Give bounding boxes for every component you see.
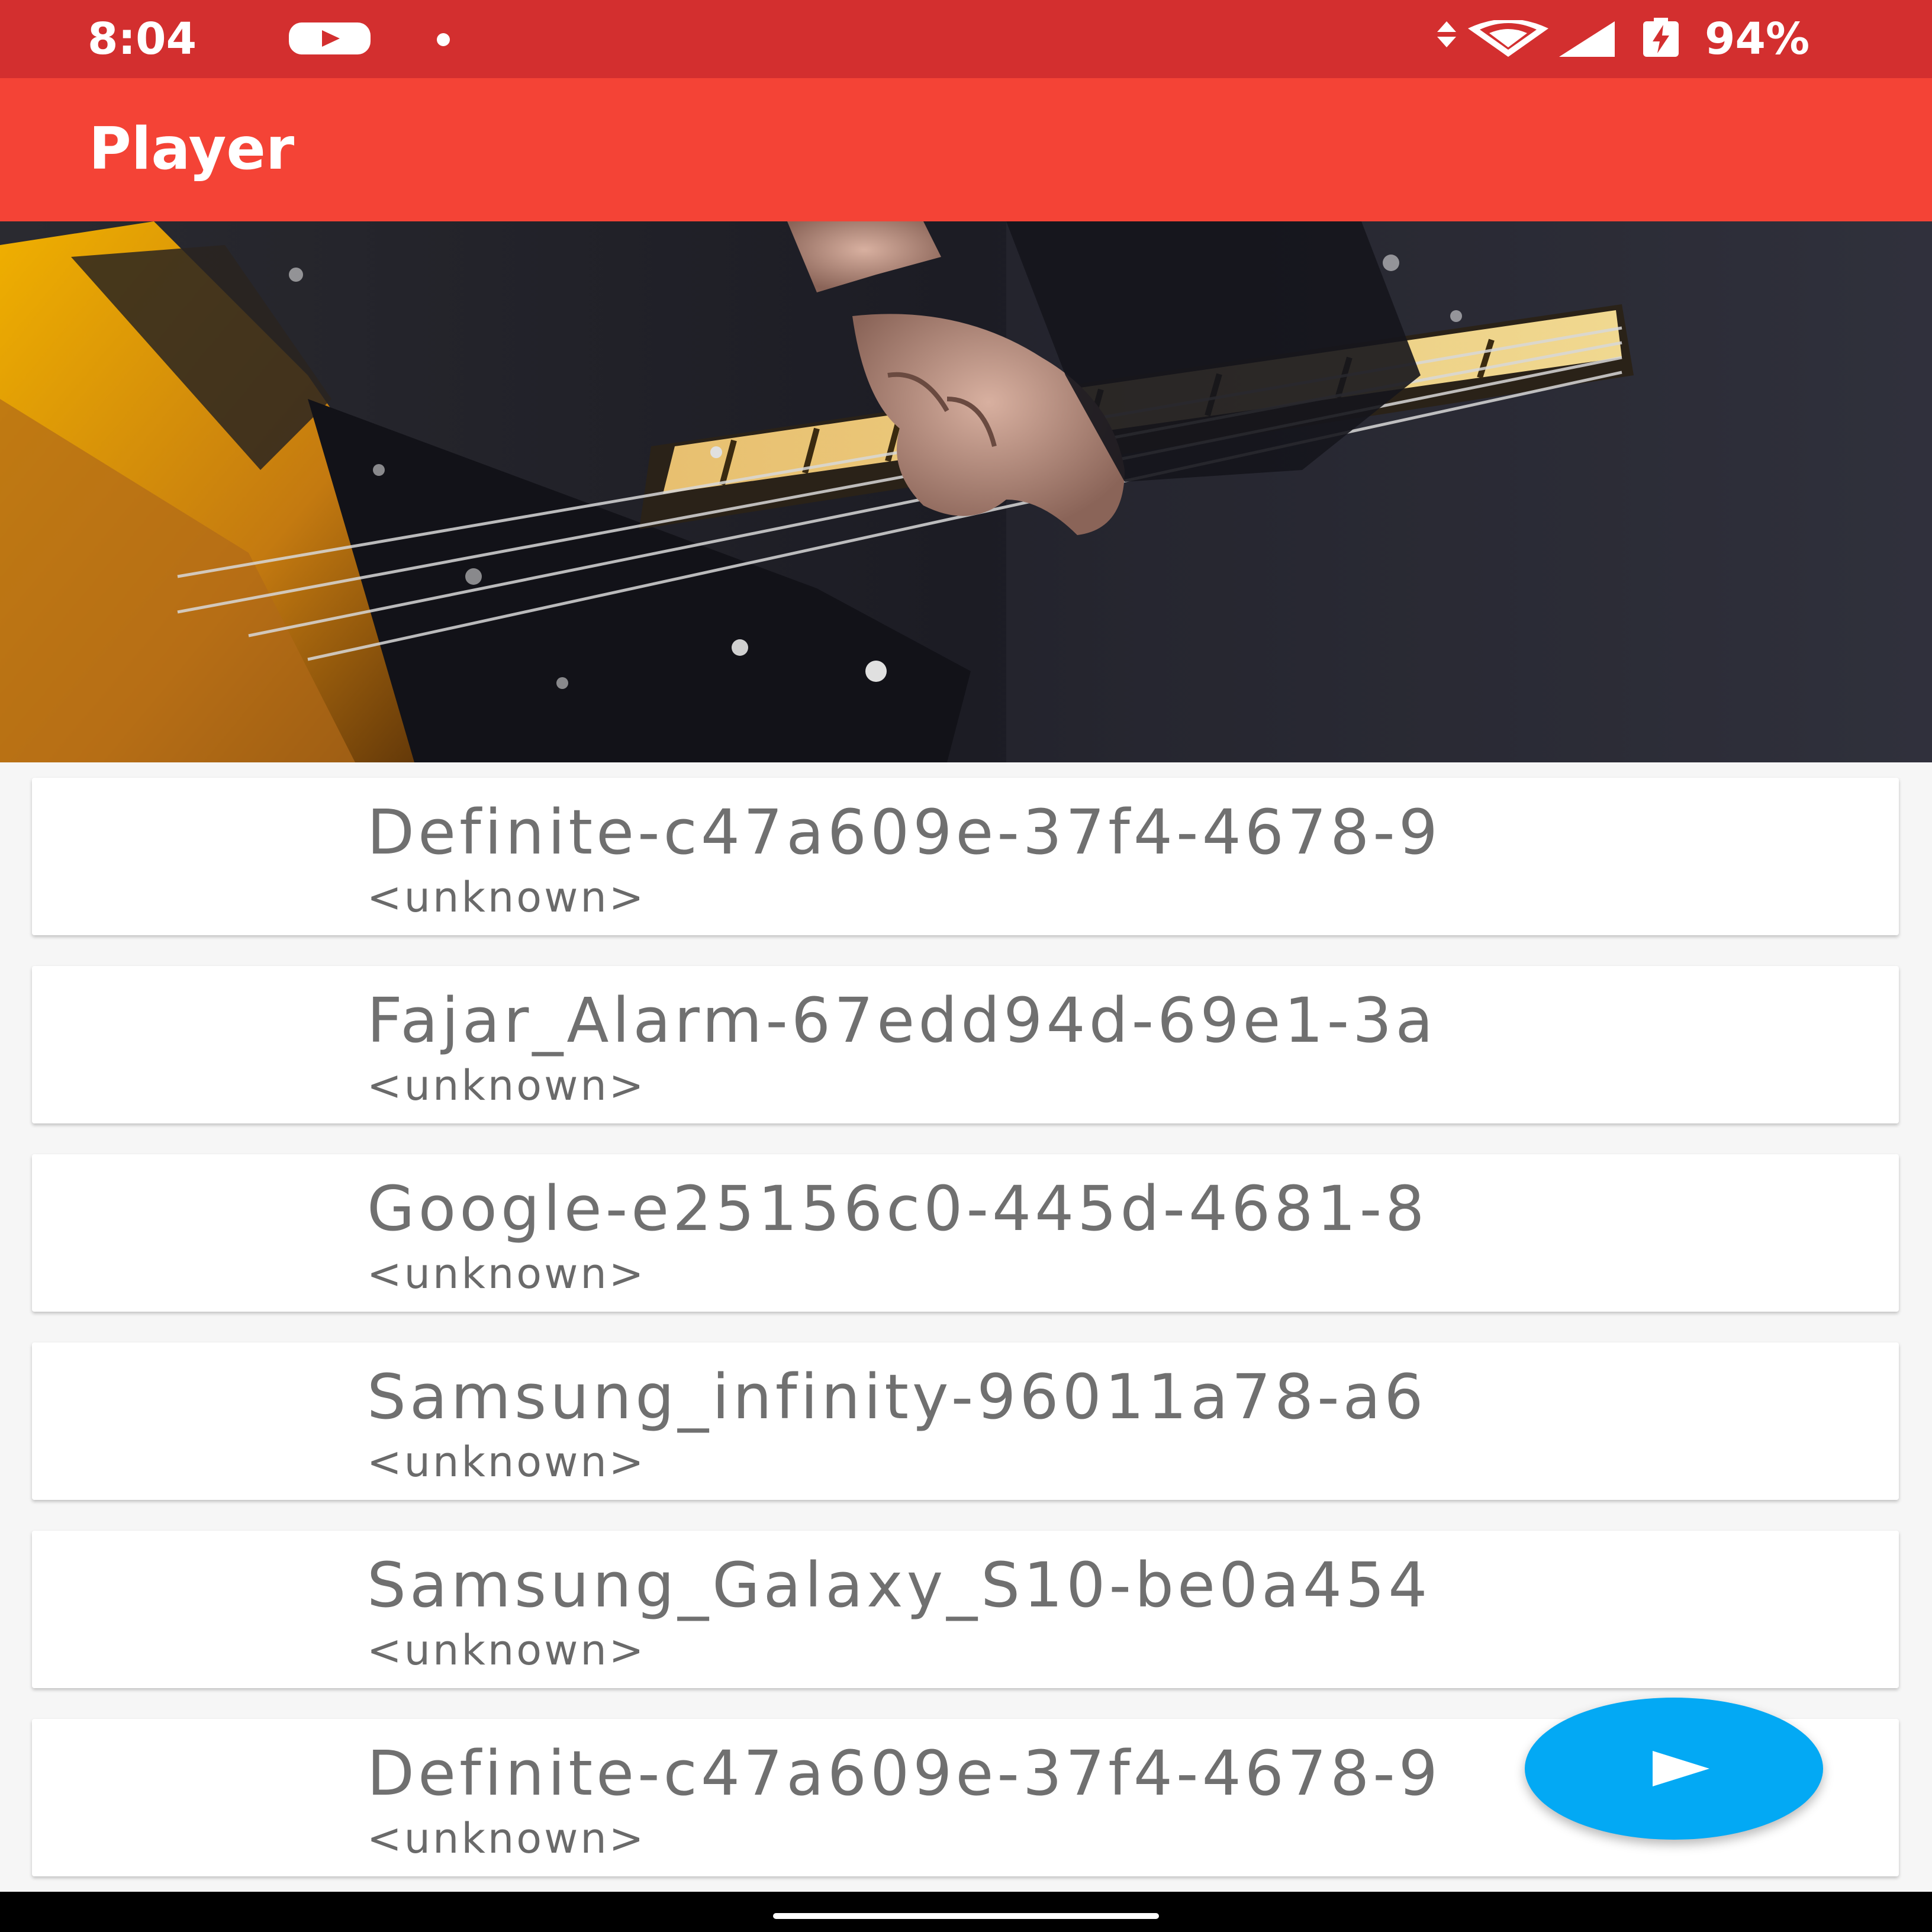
home-gesture-handle[interactable] [773,1913,1159,1919]
song-list-item[interactable]: Google-e25156c0-445d-4681-8 <unknown> [32,1154,1899,1312]
youtube-icon [289,22,371,54]
song-list-item[interactable]: Samsung_Galaxy_S10-be0a454 <unknown> [32,1531,1899,1688]
cell-signal-icon: x [1559,21,1615,58]
battery-charging-icon [1643,18,1679,57]
song-title: Fajar_Alarm-67edd94d-69e1-3a [367,984,1437,1057]
play-icon [1653,1751,1709,1786]
song-title: Definite-c47a609e-37f4-4678-9 [367,796,1441,868]
song-title: Samsung_Galaxy_S10-be0a454 [367,1549,1431,1621]
song-title: Definite-c47a609e-37f4-4678-9 [367,1737,1441,1809]
song-artist: <unknown> [367,1438,646,1486]
song-artist: <unknown> [367,1061,646,1110]
song-title: Google-e25156c0-445d-4681-8 [367,1173,1428,1245]
status-time: 8:04 [88,14,197,65]
navigation-bar [0,1892,1932,1932]
song-artist: <unknown> [367,1626,646,1675]
play-button[interactable] [1525,1698,1823,1840]
battery-percentage: 94% [1705,14,1810,65]
song-title: Samsung_infinity-96011a78-a6 [367,1361,1427,1433]
app-title: Player [89,115,295,183]
player-screen: 8:04 x 94% Player Definite-c47a609e-37f4… [0,0,1932,1932]
notification-dot-icon [437,33,450,46]
song-artist: <unknown> [367,1250,646,1298]
data-arrows-icon [1437,21,1456,47]
status-bar: 8:04 x 94% [0,0,1932,78]
header-image-bass-guitar [0,221,1932,762]
song-list-item[interactable]: Definite-c47a609e-37f4-4678-9 <unknown> [32,778,1899,935]
song-artist: <unknown> [367,1814,646,1863]
svg-text:x: x [1602,41,1612,58]
wifi-icon [1468,20,1548,57]
song-artist: <unknown> [367,873,646,922]
app-bar: Player [0,78,1932,221]
song-list-item[interactable]: Samsung_infinity-96011a78-a6 <unknown> [32,1342,1899,1500]
song-list-item[interactable]: Fajar_Alarm-67edd94d-69e1-3a <unknown> [32,966,1899,1123]
